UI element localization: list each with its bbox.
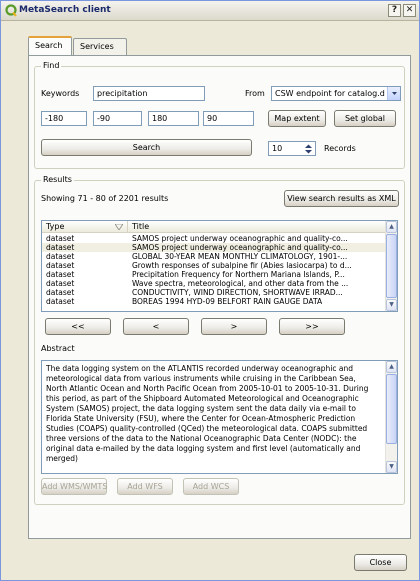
add-wms-button[interactable]: Add WMS/WMTS	[41, 478, 107, 495]
next-page-button[interactable]: >	[201, 318, 267, 335]
previous-page-button[interactable]: <	[123, 318, 189, 335]
help-button[interactable]: ?	[388, 4, 401, 17]
table-header: Type Title	[42, 221, 397, 233]
view-xml-button[interactable]: View search results as XML	[284, 190, 399, 207]
spin-arrows-icon[interactable]	[303, 143, 314, 155]
window-title: MetaSearch client	[19, 5, 111, 15]
abstract-scrollbar[interactable]: ▲ ▼	[385, 361, 397, 473]
table-row[interactable]: dataset CONDUCTIVITY, WIND DIRECTION, SH…	[42, 288, 397, 297]
scroll-up-icon[interactable]: ▲	[386, 361, 397, 373]
scroll-down-icon[interactable]: ▼	[386, 299, 397, 311]
qgis-logo-icon	[5, 4, 17, 17]
map-extent-button[interactable]: Map extent	[268, 110, 326, 127]
table-row[interactable]: dataset SAMOS project underway oceanogra…	[42, 234, 397, 243]
table-row[interactable]: dataset Wave spectra, meteorological, an…	[42, 279, 397, 288]
chevron-down-icon[interactable]	[387, 87, 400, 100]
table-row[interactable]: dataset Precipitation Frequency for Nort…	[42, 270, 397, 279]
table-row[interactable]: dataset SAMOS project underway oceanogra…	[42, 243, 397, 252]
abstract-label: Abstract	[41, 344, 75, 353]
results-status: Showing 71 - 80 of 2201 results	[41, 194, 169, 203]
title-bar[interactable]: MetaSearch client ? ✕	[1, 1, 419, 21]
records-spinbox[interactable]: 10	[268, 141, 316, 156]
scroll-up-icon[interactable]: ▲	[386, 221, 397, 233]
records-value: 10	[272, 144, 283, 153]
sort-arrow-icon	[115, 224, 123, 230]
column-header-type[interactable]: Type	[42, 221, 128, 233]
search-tab-panel: Find Keywords precipitation From CSW end…	[28, 55, 411, 539]
bbox-miny-input[interactable]: -90	[93, 111, 142, 126]
results-scrollbar[interactable]: ▲ ▼	[385, 221, 397, 311]
records-label: Records	[324, 144, 356, 153]
search-button[interactable]: Search	[41, 139, 252, 156]
last-page-button[interactable]: >>	[279, 318, 345, 335]
first-page-button[interactable]: <<	[45, 318, 111, 335]
scroll-thumb[interactable]	[386, 234, 397, 298]
abstract-text: The data logging system on the ATLANTIS …	[46, 364, 369, 463]
tab-search[interactable]: Search	[28, 36, 72, 55]
column-header-title[interactable]: Title	[128, 221, 386, 233]
table-row[interactable]: dataset BOREAS 1994 HYD-09 BELFORT RAIN …	[42, 297, 397, 306]
close-window-button[interactable]: ✕	[403, 4, 416, 17]
find-group-title: Find	[41, 61, 62, 70]
close-button[interactable]: Close	[354, 554, 407, 571]
table-row[interactable]: dataset Growth responses of subalpine fi…	[42, 261, 397, 270]
add-wcs-button[interactable]: Add WCS	[183, 478, 239, 495]
results-group: Results Showing 71 - 80 of 2201 results …	[34, 175, 405, 505]
scroll-down-icon[interactable]: ▼	[386, 461, 397, 473]
keywords-label: Keywords	[41, 89, 80, 98]
from-endpoint-value: CSW endpoint for catalog.d	[275, 89, 385, 98]
scroll-thumb[interactable]	[386, 374, 397, 444]
tab-services[interactable]: Services	[73, 38, 127, 55]
bbox-maxy-input[interactable]: 90	[203, 111, 254, 126]
abstract-textbox[interactable]: The data logging system on the ATLANTIS …	[41, 360, 398, 474]
from-endpoint-select[interactable]: CSW endpoint for catalog.d	[271, 86, 401, 101]
bbox-minx-input[interactable]: -180	[41, 111, 87, 126]
results-table[interactable]: Type Title dataset SAMOS project underwa…	[41, 220, 398, 312]
find-group: Find Keywords precipitation From CSW end…	[34, 61, 405, 169]
keywords-input[interactable]: precipitation	[93, 86, 205, 101]
add-wfs-button[interactable]: Add WFS	[117, 478, 173, 495]
from-label: From	[245, 89, 265, 98]
metasearch-window: MetaSearch client ? ✕ Search Services Fi…	[0, 0, 420, 581]
results-group-title: Results	[41, 175, 74, 184]
table-row[interactable]: dataset GLOBAL 30-YEAR MEAN MONTHLY CLIM…	[42, 252, 397, 261]
set-global-button[interactable]: Set global	[334, 110, 396, 127]
bbox-maxx-input[interactable]: 180	[148, 111, 199, 126]
